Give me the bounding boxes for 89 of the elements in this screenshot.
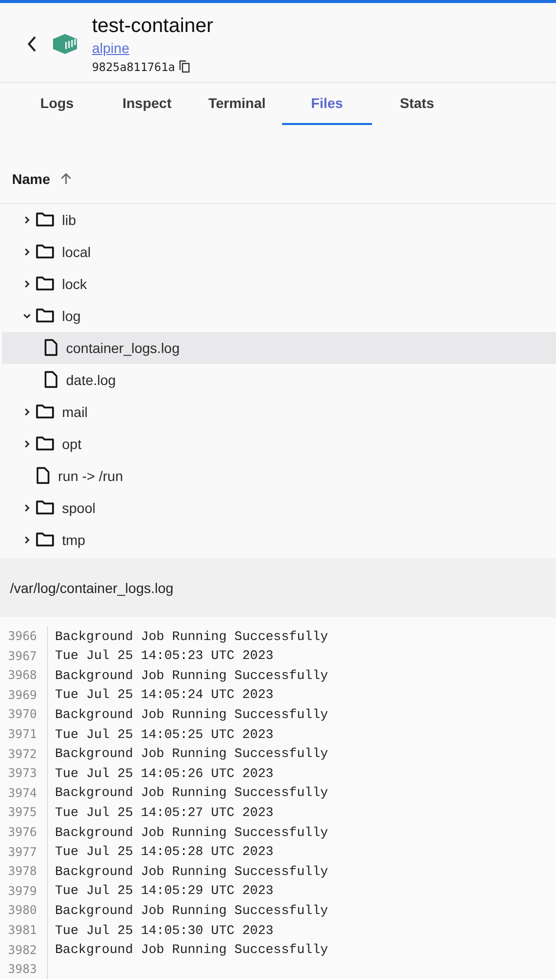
- code-line: Background Job Running Successfully: [54, 902, 328, 918]
- code-line: Background Job Running Successfully: [54, 942, 328, 958]
- line-number: 3983: [2, 959, 48, 979]
- folder-icon: [36, 500, 54, 516]
- line-number: 3976: [2, 822, 48, 842]
- tab[interactable]: Files: [282, 83, 372, 126]
- file-name: date.log: [66, 372, 116, 388]
- code-line: Tue Jul 25 14:05:28 UTC 2023: [54, 844, 274, 860]
- folder-row[interactable]: opt: [2, 428, 556, 460]
- chevron-right-icon[interactable]: [22, 246, 32, 257]
- folder-row[interactable]: spool: [2, 492, 556, 524]
- folder-name: opt: [62, 436, 82, 452]
- column-header[interactable]: Name: [12, 170, 50, 187]
- container-icon: [52, 32, 78, 55]
- tab[interactable]: Terminal: [192, 83, 282, 126]
- folder-icon: [36, 276, 54, 292]
- folder-icon: [36, 244, 54, 260]
- sort-arrow-up-icon[interactable]: [60, 172, 72, 186]
- file-row[interactable]: date.log: [2, 364, 556, 396]
- folder-icon: [36, 436, 54, 452]
- line-number: 3967: [2, 646, 48, 666]
- file-icon: [36, 467, 50, 484]
- code-line: Tue Jul 25 14:05:23 UTC 2023: [54, 648, 274, 664]
- code-line: Tue Jul 25 14:05:29 UTC 2023: [54, 883, 274, 898]
- line-number: 3966: [2, 626, 48, 646]
- folder-name: log: [62, 308, 81, 324]
- code-line: Background Job Running Successfully: [54, 668, 328, 683]
- line-number: 3978: [2, 861, 48, 882]
- folder-icon: [36, 308, 54, 324]
- folder-name: lib: [62, 212, 76, 228]
- container-title: test-container: [92, 14, 214, 38]
- line-number: 3974: [2, 783, 48, 803]
- folder-name: lock: [62, 276, 87, 292]
- line-number: 3971: [2, 724, 48, 744]
- line-number: 3975: [2, 802, 48, 822]
- code-line: Tue Jul 25 14:05:30 UTC 2023: [54, 922, 274, 938]
- code-line: Tue Jul 25 14:05:26 UTC 2023: [54, 766, 274, 781]
- folder-row[interactable]: log: [2, 300, 556, 332]
- chevron-right-icon[interactable]: [22, 278, 32, 289]
- code-line: Tue Jul 25 14:05:25 UTC 2023: [54, 726, 274, 742]
- folder-name: local: [62, 244, 91, 260]
- container-id: 9825a811761a: [92, 60, 176, 74]
- chevron-right-icon[interactable]: [22, 438, 32, 449]
- tab[interactable]: Stats: [372, 83, 462, 126]
- chevron-right-icon[interactable]: [22, 502, 32, 513]
- code-line: Tue Jul 25 14:05:24 UTC 2023: [54, 687, 274, 702]
- folder-row[interactable]: lib: [2, 204, 556, 236]
- folder-row[interactable]: mail: [2, 396, 556, 428]
- folder-row[interactable]: local: [2, 236, 556, 268]
- tab[interactable]: Logs: [12, 83, 102, 126]
- line-number: 3977: [2, 842, 48, 862]
- code-line: Background Job Running Successfully: [54, 628, 328, 644]
- line-number: 3969: [2, 685, 48, 705]
- code-line: Background Job Running Successfully: [54, 746, 328, 762]
- code-line: Background Job Running Successfully: [54, 785, 328, 800]
- folder-name: tmp: [62, 532, 86, 548]
- chevron-right-icon[interactable]: [22, 214, 32, 225]
- line-number: 3979: [2, 881, 48, 901]
- code-line: Background Job Running Successfully: [54, 706, 328, 722]
- code-line: Tue Jul 25 14:05:27 UTC 2023: [54, 804, 274, 820]
- line-number: 3972: [2, 744, 48, 764]
- file-path: /var/log/container_logs.log: [10, 580, 174, 596]
- file-name: run -> /run: [58, 468, 123, 484]
- folder-row[interactable]: lock: [2, 268, 556, 300]
- image-link[interactable]: alpine: [92, 38, 130, 58]
- line-number: 3968: [2, 666, 48, 686]
- code-line: Background Job Running Successfully: [54, 864, 328, 879]
- folder-icon: [36, 404, 54, 420]
- file-row[interactable]: run -> /run: [2, 460, 556, 492]
- folder-name: spool: [62, 500, 96, 516]
- line-number: 3981: [2, 920, 48, 940]
- folder-row[interactable]: tmp: [2, 524, 556, 556]
- folder-icon: [36, 212, 54, 228]
- copy-icon[interactable]: [179, 60, 190, 74]
- line-number: 3973: [2, 763, 48, 784]
- chevron-right-icon[interactable]: [22, 406, 32, 417]
- tab[interactable]: Inspect: [102, 83, 192, 126]
- file-row[interactable]: container_logs.log: [2, 332, 556, 364]
- code-line: Background Job Running Successfully: [54, 824, 328, 840]
- file-icon: [44, 339, 58, 356]
- chevron-right-icon[interactable]: [22, 534, 32, 545]
- line-number: 3980: [2, 900, 48, 920]
- file-name: container_logs.log: [66, 340, 180, 356]
- chevron-left-icon: [26, 34, 38, 53]
- folder-name: mail: [62, 404, 88, 420]
- file-icon: [44, 371, 58, 388]
- line-number: 3970: [2, 704, 48, 724]
- folder-icon: [36, 532, 54, 548]
- line-number: 3982: [2, 940, 48, 960]
